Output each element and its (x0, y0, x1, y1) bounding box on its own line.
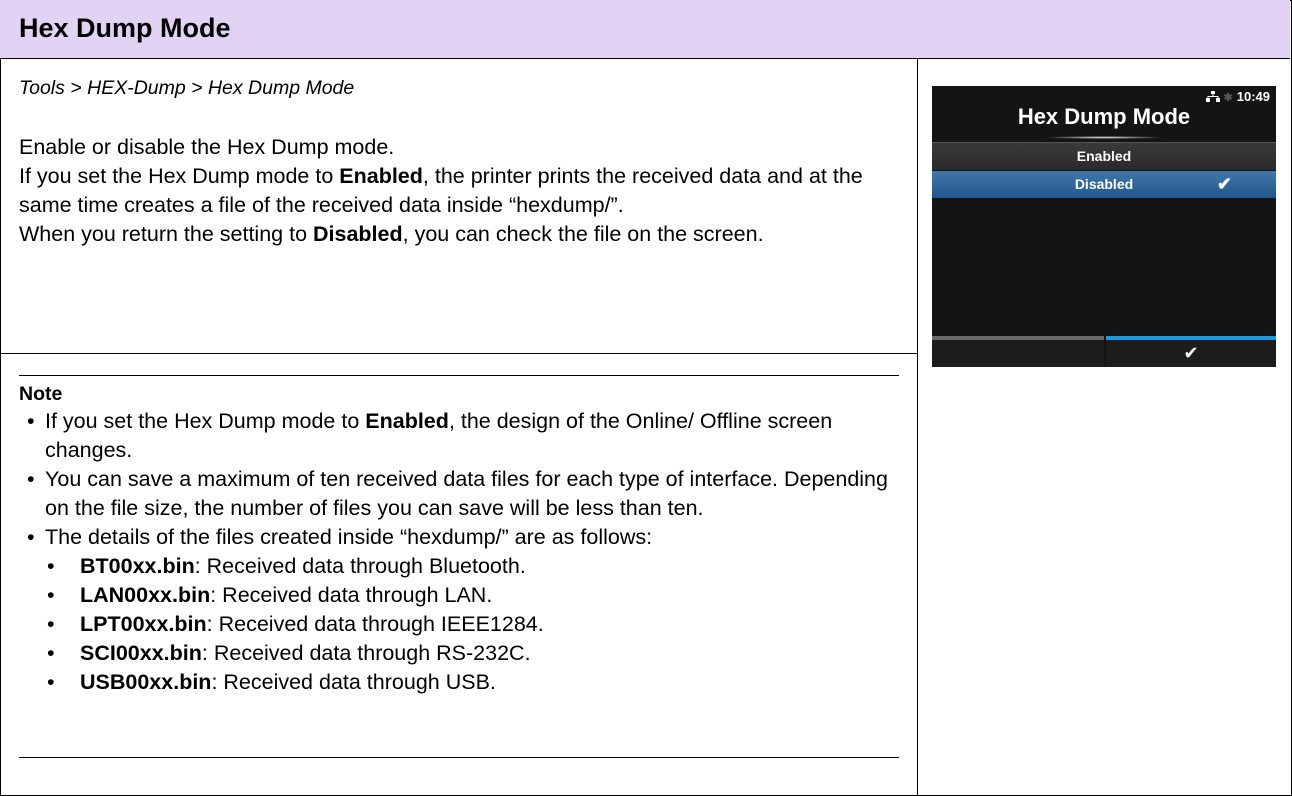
file-item: • USB00xx.bin: Received data through USB. (19, 668, 899, 697)
bullet: • (47, 583, 55, 607)
file-desc: : Received data through IEEE1284. (206, 612, 544, 636)
note-top-rule (19, 375, 899, 376)
note-bottom-rule (19, 757, 899, 758)
bullet: • (47, 554, 55, 578)
page-title: Hex Dump Mode (19, 13, 231, 43)
note-text: You can save a maximum of ten received d… (45, 467, 888, 520)
softkey-confirm[interactable]: ✔ (1106, 340, 1276, 367)
section-divider (0, 353, 917, 354)
check-icon: ✔ (1216, 174, 1232, 194)
bullet: • (47, 641, 55, 665)
title-underline (1044, 136, 1164, 139)
section-header: Hex Dump Mode (0, 0, 1290, 59)
file-name: BT00xx.bin (80, 554, 195, 578)
file-desc: : Received data through RS-232C. (201, 641, 531, 665)
screen-title: Hex Dump Mode (1017, 104, 1191, 129)
file-item: • LAN00xx.bin: Received data through LAN. (19, 581, 899, 610)
note-title: Note (19, 383, 63, 405)
bullet: • (27, 467, 35, 491)
option-disabled[interactable]: Disabled ✔ (932, 171, 1276, 198)
file-name: LPT00xx.bin (80, 612, 207, 636)
description-text: If you set the Hex Dump mode to (19, 164, 340, 188)
option-label: Disabled (1074, 176, 1134, 192)
column-divider (917, 59, 918, 796)
note-item: • If you set the Hex Dump mode to Enabled… (19, 407, 899, 465)
disabled-term: Disabled (313, 222, 403, 246)
file-desc: : Received data through USB. (211, 670, 496, 694)
description-text: , you can check the file on the screen. (402, 222, 764, 246)
bullet: • (47, 612, 55, 636)
note-text: The details of the files created inside … (45, 525, 653, 549)
file-name: LAN00xx.bin (80, 583, 211, 607)
file-item: • SCI00xx.bin: Received data through RS-2… (19, 639, 899, 668)
note-list: • If you set the Hex Dump mode to Enabled… (19, 407, 899, 697)
file-item: • BT00xx.bin: Received data through Bluet… (19, 552, 899, 581)
file-name: SCI00xx.bin (80, 641, 202, 665)
bullet: • (27, 409, 35, 433)
softkey-left[interactable] (932, 340, 1104, 367)
breadcrumb: Tools > HEX-Dump > Hex Dump Mode (19, 77, 355, 99)
option-enabled[interactable]: Enabled (932, 142, 1276, 170)
bullet: • (47, 670, 55, 694)
file-desc: : Received data through Bluetooth. (194, 554, 526, 578)
description-line-2: If you set the Hex Dump mode to Enabled,… (19, 162, 899, 220)
description-text: When you return the setting to (19, 222, 313, 246)
description-line-1: Enable or disable the Hex Dump mode. (19, 135, 395, 159)
description-line-3: When you return the setting to Disabled,… (19, 220, 899, 249)
network-icon (1205, 90, 1220, 105)
file-name: USB00xx.bin (80, 670, 212, 694)
printer-screen: ✱ 10:49 Hex Dump Mode Enabled Disabled ✔ … (932, 86, 1276, 367)
check-icon: ✔ (1183, 343, 1199, 363)
enabled-term: Enabled (339, 164, 423, 188)
note-item: • You can save a maximum of ten received … (19, 465, 899, 523)
description: Enable or disable the Hex Dump mode. If … (19, 133, 899, 249)
bluetooth-icon: ✱ (1223, 92, 1233, 104)
note-item: • The details of the files created inside… (19, 523, 899, 552)
file-desc: : Received data through LAN. (210, 583, 493, 607)
status-bar: ✱ 10:49 (1205, 89, 1270, 105)
enabled-term: Enabled (365, 409, 449, 433)
bullet: • (27, 525, 35, 549)
clock: 10:49 (1236, 89, 1270, 104)
file-item: • LPT00xx.bin: Received data through IEEE… (19, 610, 899, 639)
note-text: If you set the Hex Dump mode to (45, 409, 366, 433)
